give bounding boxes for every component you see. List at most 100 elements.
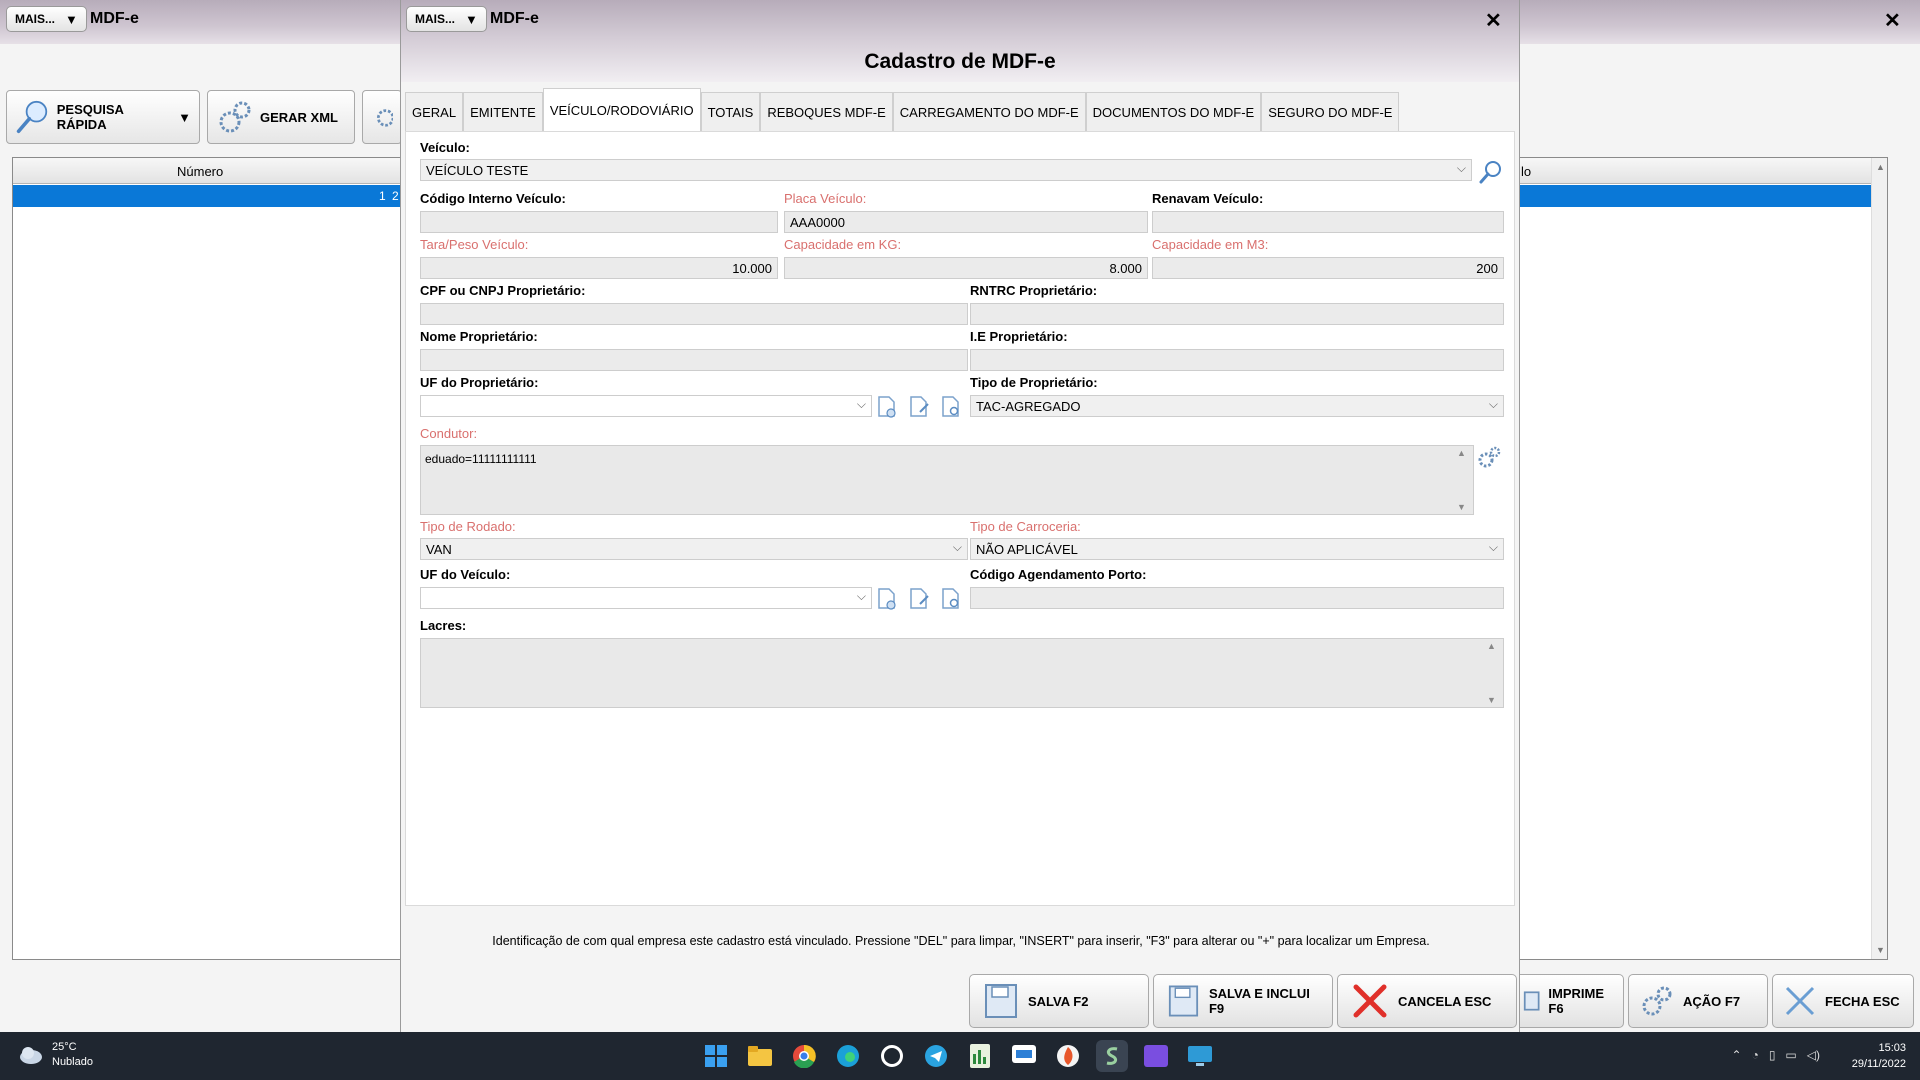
tab-veiculo-rodoviario[interactable]: VEÍCULO/RODOVIÁRIO [542, 88, 701, 132]
dialog-close-icon[interactable]: ✕ [1485, 8, 1502, 33]
scroll-up-icon[interactable]: ▲ [1457, 448, 1466, 458]
more-toolbar-button[interactable] [362, 90, 402, 144]
capacidade-m3-label: Capacidade em M3: [1152, 237, 1269, 252]
search-document-icon[interactable] [940, 587, 962, 611]
rntrc-label: RNTRC Proprietário: [970, 283, 1098, 298]
condutor-memo[interactable]: eduado=11111111111 ▲ ▼ [420, 445, 1474, 515]
tab-reboques[interactable]: REBOQUES MDF-E [760, 92, 893, 132]
weather-widget[interactable]: 25°C Nublado [18, 1040, 93, 1070]
nome-proprietario-field[interactable] [420, 349, 968, 371]
generate-xml-label: GERAR XML [260, 109, 338, 125]
scroll-down-icon[interactable]: ▼ [1487, 695, 1496, 705]
tray-overflow-icon[interactable]: ⌃ [1732, 1048, 1742, 1062]
rntrc-field[interactable] [970, 303, 1504, 325]
chat-app-icon[interactable] [1008, 1040, 1040, 1072]
veiculo-select[interactable]: VEÍCULO TESTE [420, 159, 1472, 181]
ie-proprietario-label: I.E Proprietário: [970, 329, 1068, 344]
gear-icon[interactable] [1476, 444, 1502, 470]
tab-documentos[interactable]: DOCUMENTOS DO MDF-E [1085, 92, 1262, 132]
codigo-agendamento-field[interactable] [970, 587, 1504, 609]
row-number: 1 [379, 189, 386, 203]
capacidade-m3-field[interactable]: 200 [1152, 257, 1504, 279]
uf-proprietario-label: UF do Proprietário: [420, 375, 539, 390]
floppy-disk-icon [1168, 985, 1199, 1017]
scroll-up-icon[interactable]: ▲ [1487, 641, 1496, 651]
network-icon[interactable]: ◔ [1752, 1048, 1759, 1062]
erp-app-icon[interactable] [1096, 1040, 1128, 1072]
printer-icon [1523, 991, 1540, 1011]
tipo-carroceria-select[interactable]: NÃO APLICÁVEL [970, 538, 1504, 560]
close-window-button[interactable]: FECHA ESC [1772, 974, 1914, 1028]
file-explorer-icon[interactable] [744, 1040, 776, 1072]
memo-scrollbar[interactable]: ▲ ▼ [1487, 641, 1501, 705]
edit-document-icon[interactable] [908, 395, 930, 419]
background-close-icon[interactable]: ✕ [1884, 8, 1901, 33]
windows-start-icon[interactable] [700, 1040, 732, 1072]
antivirus-icon[interactable] [1052, 1040, 1084, 1072]
print-button[interactable]: IMPRIME F6 [1512, 974, 1624, 1028]
tab-emitente[interactable]: EMITENTE [463, 92, 543, 132]
volume-icon[interactable]: ◁) [1807, 1048, 1820, 1062]
quick-search-button[interactable]: PESQUISA RÁPIDA ▼ [6, 90, 200, 144]
tara-label: Tara/Peso Veículo: [420, 237, 529, 252]
floppy-disk-icon [985, 984, 1017, 1018]
action-label: AÇÃO F7 [1683, 993, 1741, 1009]
renavam-label: Renavam Veículo: [1152, 191, 1264, 206]
cancel-button[interactable]: CANCELA ESC [1337, 974, 1517, 1028]
uf-veiculo-select[interactable] [420, 587, 872, 609]
scroll-down-icon[interactable]: ▼ [1876, 945, 1885, 955]
edit-document-icon[interactable] [908, 587, 930, 611]
tab-geral[interactable]: GERAL [405, 92, 464, 132]
search-document-icon[interactable] [940, 395, 962, 419]
codigo-interno-field[interactable] [420, 211, 778, 233]
capacidade-kg-field[interactable]: 8.000 [784, 257, 1148, 279]
gears-icon [219, 101, 251, 133]
telegram-icon[interactable] [920, 1040, 952, 1072]
save-button[interactable]: SALVA F2 [969, 974, 1149, 1028]
new-document-icon[interactable] [876, 587, 898, 611]
tara-field[interactable]: 10.000 [420, 257, 778, 279]
mais-label: MAIS... [415, 12, 456, 26]
tab-seguro[interactable]: SEGURO DO MDF-E [1261, 92, 1400, 132]
generate-xml-button[interactable]: GERAR XML [207, 90, 355, 144]
action-button[interactable]: AÇÃO F7 [1628, 974, 1768, 1028]
column-header-numero[interactable]: Número [177, 164, 223, 179]
battery-icon[interactable]: ▯ [1769, 1048, 1776, 1062]
new-document-icon[interactable] [876, 395, 898, 419]
dialog-mais-button[interactable]: MAIS... ▼ [406, 6, 487, 32]
mdfe-register-dialog: MAIS... ▼ MDF-e ✕ Cadastro de MDF-e GERA… [400, 0, 1520, 1032]
lacres-memo[interactable]: ▲ ▼ [420, 638, 1504, 708]
tipo-proprietario-select[interactable]: TAC-AGREGADO [970, 395, 1504, 417]
background-mais-button[interactable]: MAIS... ▼ [6, 6, 87, 32]
scroll-up-icon[interactable]: ▲ [1876, 162, 1885, 172]
remote-desktop-icon[interactable] [1184, 1040, 1216, 1072]
tab-carregamento[interactable]: CARREGAMENTO DO MDF-E [892, 92, 1086, 132]
scroll-down-icon[interactable]: ▼ [1457, 502, 1466, 512]
tab-totais[interactable]: TOTAIS [700, 92, 761, 132]
ie-proprietario-field[interactable] [970, 349, 1504, 371]
renavam-field[interactable] [1152, 211, 1504, 233]
memo-scrollbar[interactable]: ▲ ▼ [1457, 448, 1471, 512]
placa-field[interactable]: AAA0000 [784, 211, 1148, 233]
spreadsheet-icon[interactable] [964, 1040, 996, 1072]
save-label: SALVA F2 [1028, 993, 1089, 1009]
chrome-icon[interactable] [788, 1040, 820, 1072]
close-icon [1785, 986, 1815, 1016]
cpf-cnpj-field[interactable] [420, 303, 968, 325]
quick-search-label: PESQUISA RÁPIDA [56, 102, 124, 132]
save-and-include-button[interactable]: SALVA E INCLUI F9 [1153, 974, 1333, 1028]
grid-scrollbar[interactable]: ▲ ▼ [1871, 158, 1887, 959]
search-icon[interactable] [1478, 159, 1504, 185]
tipo-rodado-select[interactable]: VAN [420, 538, 968, 560]
edge-icon[interactable] [832, 1040, 864, 1072]
media-app-icon[interactable] [1140, 1040, 1172, 1072]
display-icon[interactable]: ▭ [1785, 1048, 1796, 1062]
weather-temp: 25°C [52, 1041, 77, 1053]
codigo-agendamento-label: Código Agendamento Porto: [970, 567, 1147, 582]
column-header-right[interactable]: lo [1521, 164, 1531, 179]
whatsapp-icon[interactable] [876, 1040, 908, 1072]
system-clock[interactable]: 15:03 29/11/2022 [1852, 1040, 1906, 1072]
background-window-title: MDF-e [90, 10, 139, 27]
uf-proprietario-select[interactable] [420, 395, 872, 417]
codigo-interno-label: Código Interno Veículo: [420, 191, 566, 206]
